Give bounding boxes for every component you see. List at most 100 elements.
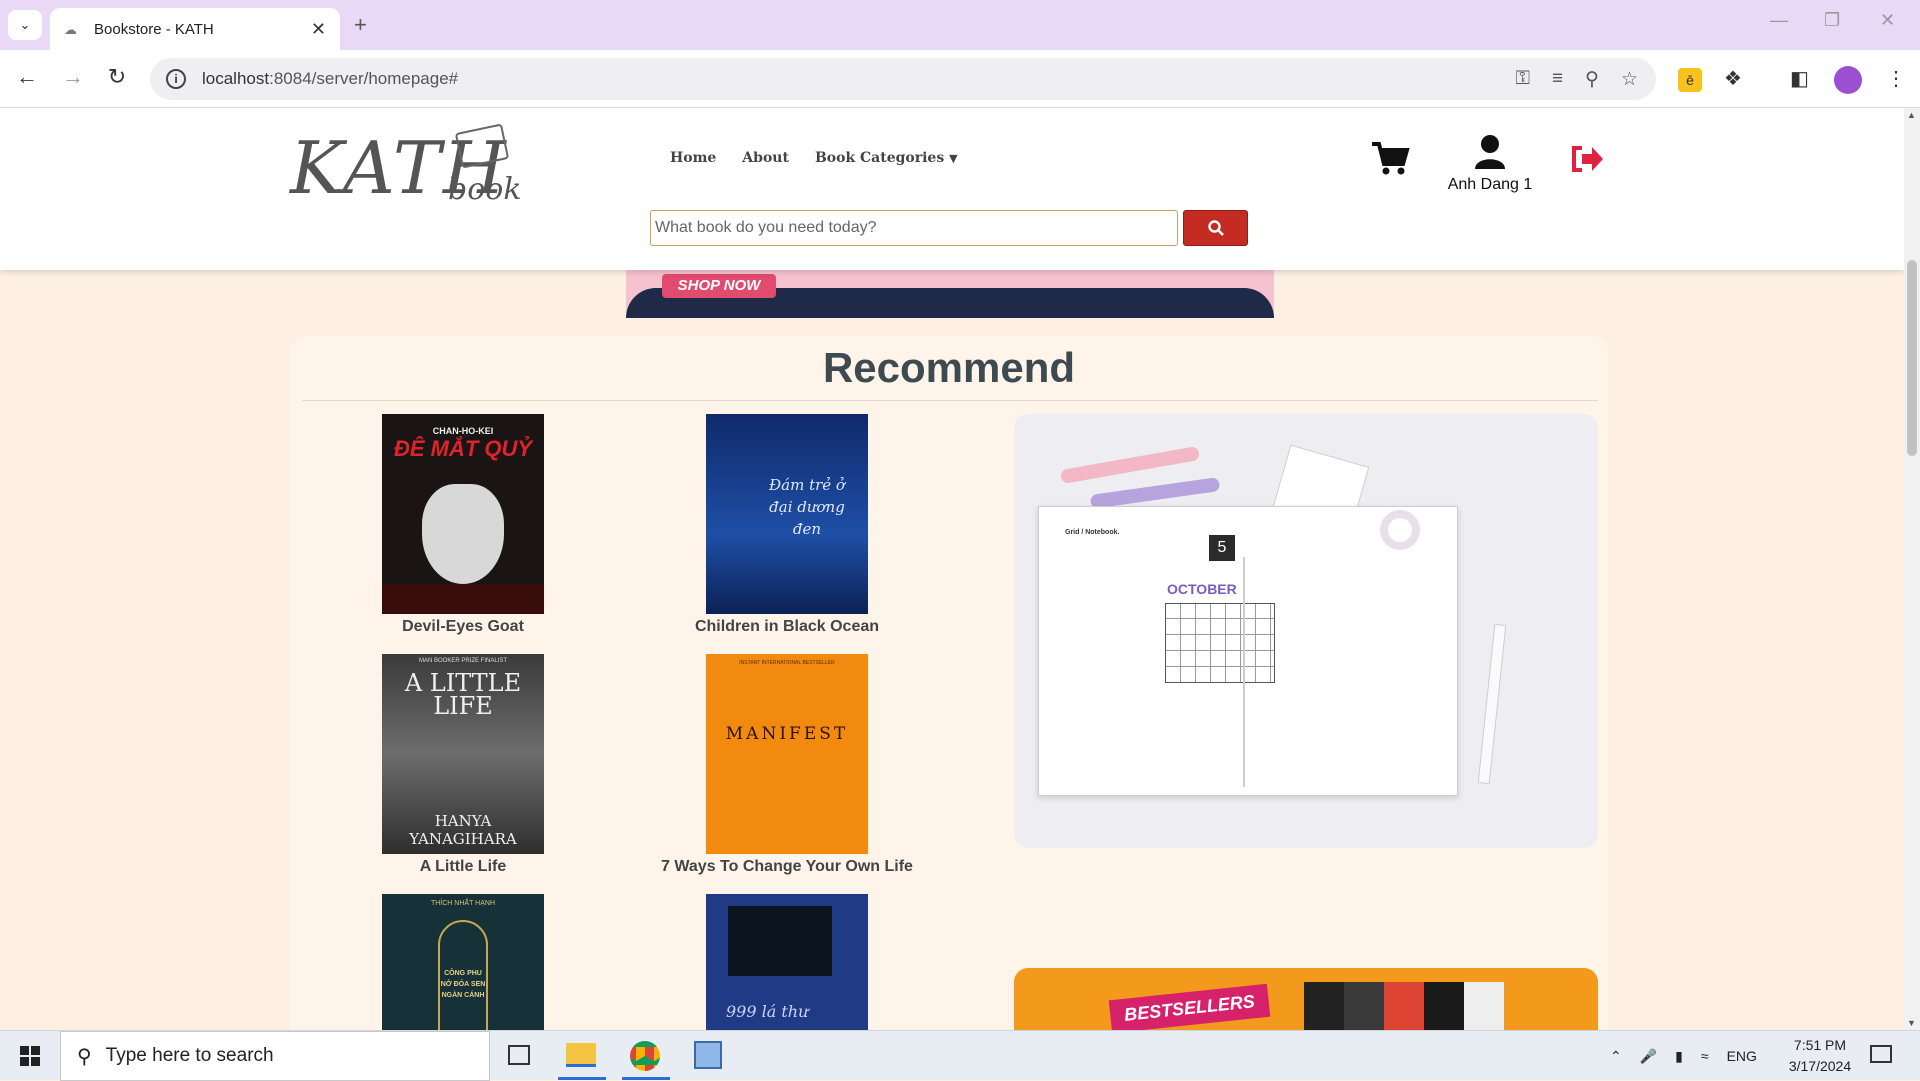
recommend-title: Recommend bbox=[822, 344, 1076, 391]
notebook-day: 5 bbox=[1209, 535, 1235, 561]
cover-title: 999 lá thư bbox=[726, 1002, 809, 1021]
address-bar[interactable]: i localhost:8084/server/homepage# ⚿ ≡ ⚲ … bbox=[150, 58, 1656, 100]
book-card[interactable]: Đám trẻ ở đại dương đen Children in Blac… bbox=[637, 414, 937, 636]
scrollbar-thumb[interactable] bbox=[1907, 260, 1917, 456]
cover-candles bbox=[382, 584, 544, 614]
windows-taskbar: ⚲ Type here to search ⌃ 🎤 ▮ ≈ ENG 7:51 P… bbox=[0, 1030, 1920, 1081]
book-cover[interactable]: Đám trẻ ở đại dương đen bbox=[706, 414, 868, 614]
book-card[interactable]: THÍCH NHẤT HẠNH CÔNG PHU NỞ ĐÓA SEN NGÀN… bbox=[313, 894, 613, 1030]
search-icon bbox=[1207, 220, 1224, 236]
cover-title: ĐÊ MẮT QUỶ bbox=[393, 436, 533, 461]
book-card[interactable]: 999 lá thư bbox=[637, 894, 937, 1030]
scroll-down-icon[interactable]: ▼ bbox=[1907, 1018, 1916, 1028]
book-card[interactable]: INSTANT INTERNATIONAL BESTSELLER MANIFES… bbox=[637, 654, 937, 876]
app-cube-icon[interactable] bbox=[694, 1041, 722, 1069]
profile-avatar[interactable] bbox=[1834, 66, 1862, 94]
bestsellers-label: BESTSELLERS bbox=[1108, 983, 1271, 1030]
tray-chevron-icon[interactable]: ⌃ bbox=[1610, 1048, 1622, 1065]
promo-banner[interactable]: SHOP NOW bbox=[626, 270, 1274, 318]
forward-icon[interactable]: → bbox=[58, 64, 88, 90]
tab-title: Bookstore - KATH bbox=[94, 20, 214, 38]
nav-about[interactable]: About bbox=[742, 150, 789, 166]
user-name: Anh Dang 1 bbox=[1447, 176, 1533, 193]
cart-icon[interactable] bbox=[1370, 138, 1410, 178]
book-cover[interactable]: THÍCH NHẤT HẠNH CÔNG PHU NỞ ĐÓA SEN NGÀN… bbox=[382, 894, 544, 1030]
chrome-menu-icon[interactable]: ⋮ bbox=[1886, 66, 1906, 91]
system-tray: ⌃ 🎤 ▮ ≈ ENG bbox=[1610, 1031, 1757, 1081]
bookmark-star-icon[interactable]: ☆ bbox=[1621, 68, 1638, 91]
page-scrollbar[interactable]: ▲ ▼ bbox=[1904, 108, 1920, 1030]
book-title[interactable]: 7 Ways To Change Your Own Life bbox=[637, 858, 937, 876]
cover-title: CÔNG PHU NỞ ĐÓA SEN NGÀN CÁNH bbox=[440, 970, 486, 999]
site-header: KATH book Home About Book Categories ▼ A… bbox=[0, 108, 1904, 270]
zoom-icon[interactable]: ⚲ bbox=[1585, 68, 1599, 91]
book-cover[interactable]: 999 lá thư bbox=[706, 894, 868, 1030]
url-host: localhost bbox=[202, 69, 270, 88]
language-indicator[interactable]: ENG bbox=[1727, 1048, 1757, 1064]
cover-author: CHAN-HO-KEI bbox=[432, 426, 494, 436]
clock-time: 7:51 PM bbox=[1793, 1037, 1847, 1053]
book-card[interactable]: MAN BOOKER PRIZE FINALIST A LITTLE LIFE … bbox=[313, 654, 613, 876]
close-tab-icon[interactable]: ✕ bbox=[311, 19, 326, 40]
search-input[interactable] bbox=[650, 210, 1178, 246]
washi-tape bbox=[1380, 510, 1420, 550]
notebook-spine bbox=[1243, 557, 1245, 787]
pen-purple bbox=[1089, 477, 1221, 509]
journal-promo-image[interactable]: Grid / Notebook. 5 OCTOBER bbox=[1014, 414, 1598, 848]
url-path: :8084/server/homepage# bbox=[269, 69, 459, 88]
flower-photo bbox=[728, 906, 832, 976]
cover-title: Đám trẻ ở đại dương đen bbox=[769, 476, 845, 538]
scroll-up-icon[interactable]: ▲ bbox=[1907, 110, 1916, 120]
cover-title: MANIFEST bbox=[725, 724, 849, 744]
tab-search-button[interactable]: ⌄ bbox=[8, 10, 42, 40]
recommend-section: Recommend CHAN-HO-KEI ĐÊ MẮT QUỶ Devil-E… bbox=[290, 336, 1608, 1030]
divider bbox=[302, 400, 1598, 401]
clock-date: 3/17/2024 bbox=[1788, 1058, 1852, 1074]
translate-icon[interactable]: ≡ bbox=[1552, 68, 1563, 91]
password-key-icon[interactable]: ⚿ bbox=[1515, 68, 1529, 91]
windows-start-icon[interactable] bbox=[20, 1046, 40, 1066]
nav-book-categories[interactable]: Book Categories ▼ bbox=[815, 150, 958, 166]
book-title[interactable]: A Little Life bbox=[313, 858, 613, 876]
reload-icon[interactable]: ↻ bbox=[102, 64, 132, 90]
taskbar-search[interactable]: ⚲ Type here to search bbox=[60, 1031, 490, 1081]
nav-categories-label: Book Categories bbox=[814, 150, 945, 166]
minimize-icon[interactable]: — bbox=[1770, 10, 1788, 31]
pen-pink bbox=[1059, 445, 1201, 485]
file-explorer-icon[interactable] bbox=[566, 1043, 596, 1067]
bestsellers-banner[interactable]: BESTSELLERS bbox=[1014, 968, 1598, 1030]
browser-tab[interactable]: ☁ Bookstore - KATH ✕ bbox=[50, 8, 340, 50]
window-close-icon[interactable]: ✕ bbox=[1880, 10, 1895, 31]
user-account[interactable]: Anh Dang 1 bbox=[1440, 134, 1540, 194]
logout-icon[interactable] bbox=[1570, 144, 1604, 174]
kath-logo[interactable]: KATH book bbox=[290, 122, 522, 212]
notifications-icon[interactable] bbox=[1870, 1045, 1892, 1063]
book-title[interactable]: Children in Black Ocean bbox=[637, 618, 937, 636]
extensions-puzzle-icon[interactable]: ❖ bbox=[1724, 66, 1742, 91]
new-tab-icon[interactable]: + bbox=[354, 12, 367, 38]
site-info-icon[interactable]: i bbox=[166, 69, 186, 89]
book-cover[interactable]: INSTANT INTERNATIONAL BESTSELLER MANIFES… bbox=[706, 654, 868, 854]
wifi-icon[interactable]: ≈ bbox=[1701, 1048, 1709, 1064]
battery-icon[interactable]: ▮ bbox=[1675, 1048, 1683, 1065]
shop-now-button[interactable]: SHOP NOW bbox=[662, 274, 776, 298]
browser-toolbar: ← → ↻ i localhost:8084/server/homepage# … bbox=[0, 50, 1920, 108]
restore-icon[interactable]: ❐ bbox=[1824, 10, 1840, 31]
book-card[interactable]: CHAN-HO-KEI ĐÊ MẮT QUỶ Devil-Eyes Goat bbox=[313, 414, 613, 636]
cover-author: THÍCH NHẤT HẠNH bbox=[430, 900, 496, 907]
clock[interactable]: 7:51 PM 3/17/2024 bbox=[1770, 1035, 1870, 1077]
book-title[interactable]: Devil-Eyes Goat bbox=[313, 618, 613, 636]
side-panel-icon[interactable]: ◧ bbox=[1790, 66, 1809, 91]
book-cover[interactable]: MAN BOOKER PRIZE FINALIST A LITTLE LIFE … bbox=[382, 654, 544, 854]
extension-e-icon[interactable]: ē bbox=[1678, 68, 1702, 92]
cover-tagline: INSTANT INTERNATIONAL BESTSELLER bbox=[739, 660, 835, 666]
nav-home[interactable]: Home bbox=[670, 150, 716, 166]
search-button[interactable] bbox=[1183, 210, 1248, 246]
task-view-icon[interactable] bbox=[508, 1045, 530, 1065]
pen-standing bbox=[1477, 623, 1507, 785]
microphone-icon[interactable]: 🎤 bbox=[1640, 1048, 1657, 1065]
chrome-icon[interactable] bbox=[630, 1041, 660, 1071]
search-icon: ⚲ bbox=[77, 1045, 92, 1068]
back-icon[interactable]: ← bbox=[12, 64, 42, 90]
book-cover[interactable]: CHAN-HO-KEI ĐÊ MẮT QUỶ bbox=[382, 414, 544, 614]
